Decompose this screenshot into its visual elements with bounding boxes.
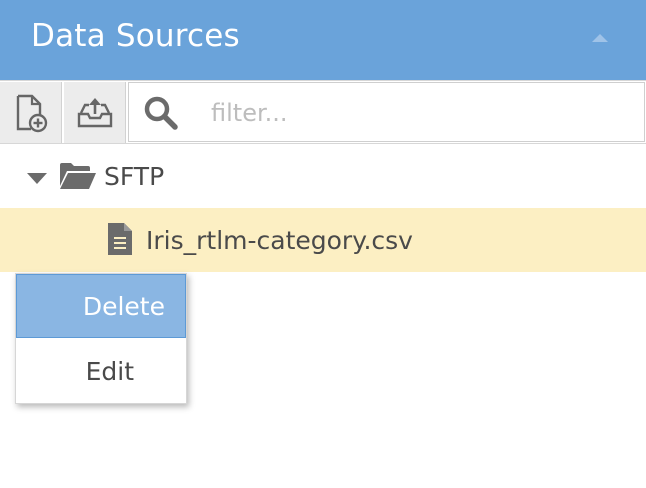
panel-header: Data Sources (0, 0, 646, 80)
file-label: Iris_rtlm-category.csv (146, 226, 413, 255)
collapse-panel-button[interactable] (586, 26, 614, 50)
filter-input[interactable] (209, 93, 633, 133)
menu-item-edit[interactable]: Edit (16, 339, 186, 403)
menu-item-delete[interactable]: Delete (16, 274, 186, 338)
folder-label: SFTP (104, 162, 165, 191)
add-data-source-button[interactable] (0, 82, 62, 143)
inbox-upload-icon (77, 97, 112, 127)
toolbar (0, 80, 646, 144)
tree-folder-sftp[interactable]: SFTP (0, 146, 646, 208)
import-button[interactable] (64, 82, 126, 143)
folder-open-icon (60, 163, 96, 189)
caret-down-icon[interactable] (27, 173, 47, 185)
context-menu: Delete Edit (15, 273, 187, 404)
file-text-icon (108, 223, 132, 255)
panel-title: Data Sources (31, 18, 240, 54)
caret-up-icon (592, 34, 608, 42)
search-icon (144, 96, 178, 130)
tree-file-row[interactable]: Iris_rtlm-category.csv (0, 208, 646, 272)
filter-box (128, 82, 645, 142)
add-file-icon (16, 94, 47, 132)
